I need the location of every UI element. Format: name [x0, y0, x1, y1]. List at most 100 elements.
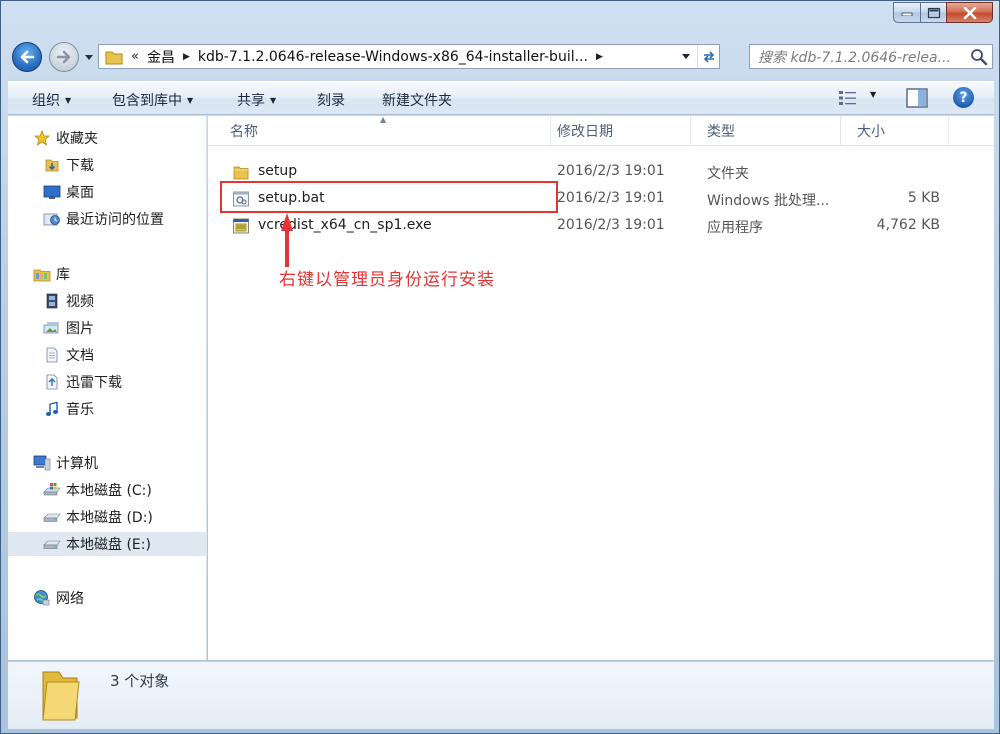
nav-libraries[interactable]: 库	[8, 262, 207, 286]
nav-item-music[interactable]: 音乐	[8, 397, 207, 421]
nav-item-label: 桌面	[66, 185, 94, 201]
address-overflow[interactable]: «	[131, 49, 139, 64]
new-folder-label: 新建文件夹	[382, 93, 452, 109]
minimize-button[interactable]	[893, 2, 920, 23]
new-folder-button[interactable]: 新建文件夹	[382, 90, 452, 110]
breadcrumb-arrow-icon[interactable]: ▶	[596, 52, 603, 62]
documents-library-icon	[43, 346, 61, 364]
nav-item-downloads[interactable]: 下载	[8, 153, 207, 177]
refresh-icon	[703, 50, 714, 63]
download-folder-icon	[43, 156, 61, 174]
folder-icon	[105, 51, 123, 64]
folder-icon	[233, 166, 249, 180]
column-header-size[interactable]: 大小	[841, 116, 949, 146]
file-name: setup	[258, 163, 298, 179]
file-type: Windows 批处理...	[707, 193, 830, 209]
xunlei-library-icon	[43, 373, 61, 391]
close-icon	[963, 6, 976, 19]
navigation-bar: « 金昌 ▶ kdb-7.1.2.0646-release-Windows-x8…	[7, 37, 995, 77]
column-header-type[interactable]: 类型	[691, 116, 841, 146]
back-button[interactable]	[12, 42, 42, 72]
nav-item-label: 音乐	[66, 402, 94, 418]
preview-pane-icon[interactable]	[906, 88, 928, 108]
drive-icon	[43, 535, 61, 553]
nav-network-label: 网络	[56, 591, 84, 607]
libraries-icon	[33, 265, 51, 283]
file-date: 2016/2/3 19:01	[557, 190, 665, 206]
column-header-date[interactable]: 修改日期	[541, 116, 691, 146]
nav-item-label: 图片	[66, 321, 94, 337]
close-button[interactable]	[946, 2, 993, 23]
refresh-button[interactable]	[697, 45, 719, 68]
file-date: 2016/2/3 19:01	[557, 217, 665, 233]
maximize-button[interactable]	[920, 2, 946, 23]
search-icon[interactable]	[970, 48, 988, 66]
file-row[interactable]: vcredist_x64_cn_sp1.exe 2016/2/3 19:01 应…	[208, 213, 994, 239]
favorites-star-icon	[33, 129, 51, 147]
annotation-text: 右键以管理员身份运行安装	[279, 270, 495, 290]
file-date: 2016/2/3 19:01	[557, 163, 665, 179]
nav-item-videos[interactable]: 视频	[8, 289, 207, 313]
nav-item-label: 迅雷下载	[66, 375, 122, 391]
file-type: 应用程序	[707, 220, 763, 236]
chevron-down-icon: ▼	[187, 96, 194, 105]
annotation-arrow-icon	[281, 213, 293, 267]
computer-icon	[33, 454, 51, 472]
music-library-icon	[43, 400, 61, 418]
nav-item-recent-places[interactable]: 最近访问的位置	[8, 207, 207, 231]
change-view-icon[interactable]	[838, 88, 858, 108]
nav-item-desktop[interactable]: 桌面	[8, 180, 207, 204]
forward-arrow-icon	[56, 50, 71, 64]
burn-button[interactable]: 刻录	[317, 90, 345, 110]
forward-button[interactable]	[49, 42, 79, 72]
nav-item-documents[interactable]: 文档	[8, 343, 207, 367]
nav-item-xunlei-downloads[interactable]: 迅雷下载	[8, 370, 207, 394]
address-bar[interactable]: « 金昌 ▶ kdb-7.1.2.0646-release-Windows-x8…	[98, 44, 720, 69]
maximize-icon	[927, 7, 940, 18]
search-box[interactable]: 搜索 kdb-7.1.2.0646-relea...	[749, 44, 993, 69]
nav-item-drive-c[interactable]: 本地磁盘 (C:)	[8, 478, 207, 502]
breadcrumb-item[interactable]: 金昌	[147, 47, 175, 67]
drive-icon	[43, 508, 61, 526]
network-globe-icon	[33, 589, 51, 607]
nav-item-pictures[interactable]: 图片	[8, 316, 207, 340]
organize-label: 组织	[32, 93, 60, 109]
nav-favorites[interactable]: 收藏夹	[8, 126, 207, 150]
recent-pages-dropdown[interactable]	[83, 50, 95, 64]
nav-libraries-label: 库	[56, 267, 70, 283]
column-header-label: 大小	[857, 124, 885, 140]
help-button[interactable]: ?	[953, 87, 974, 108]
view-dropdown-chevron-icon[interactable]: ▼	[870, 90, 876, 99]
minimize-icon	[901, 12, 913, 16]
nav-computer[interactable]: 计算机	[8, 451, 207, 475]
chevron-down-icon	[85, 54, 93, 60]
organize-menu[interactable]: 组织 ▼	[32, 90, 71, 110]
chevron-down-icon: ▼	[270, 96, 277, 105]
details-pane: 3 个对象	[8, 661, 994, 729]
recent-places-icon	[43, 210, 61, 228]
nav-item-drive-e[interactable]: 本地磁盘 (E:)	[8, 532, 207, 556]
nav-item-label: 下载	[66, 158, 94, 174]
desktop-icon	[43, 183, 61, 201]
breadcrumb-item[interactable]: kdb-7.1.2.0646-release-Windows-x86_64-in…	[198, 49, 588, 65]
column-header-label: 修改日期	[557, 124, 613, 140]
back-arrow-icon	[20, 50, 35, 64]
nav-network[interactable]: 网络	[8, 586, 207, 610]
include-in-library-menu[interactable]: 包含到库中 ▼	[112, 90, 193, 110]
nav-item-label: 视频	[66, 294, 94, 310]
search-placeholder[interactable]: 搜索 kdb-7.1.2.0646-relea...	[758, 47, 966, 67]
video-library-icon	[43, 292, 61, 310]
nav-item-label: 本地磁盘 (C:)	[66, 483, 152, 499]
chevron-down-icon	[682, 54, 690, 59]
breadcrumb-arrow-icon[interactable]: ▶	[183, 52, 190, 62]
command-bar: 组织 ▼ 包含到库中 ▼ 共享 ▼ 刻录 新建文件夹 ▼ ?	[8, 81, 994, 115]
folder-icon	[42, 671, 80, 721]
column-header-label: 类型	[707, 124, 735, 140]
nav-item-label: 本地磁盘 (D:)	[66, 510, 153, 526]
chevron-down-icon: ▼	[65, 96, 72, 105]
nav-item-drive-d[interactable]: 本地磁盘 (D:)	[8, 505, 207, 529]
address-dropdown[interactable]	[677, 45, 695, 68]
burn-label: 刻录	[317, 93, 345, 109]
share-menu[interactable]: 共享 ▼	[237, 90, 276, 110]
annotation-highlight-box	[220, 181, 558, 213]
